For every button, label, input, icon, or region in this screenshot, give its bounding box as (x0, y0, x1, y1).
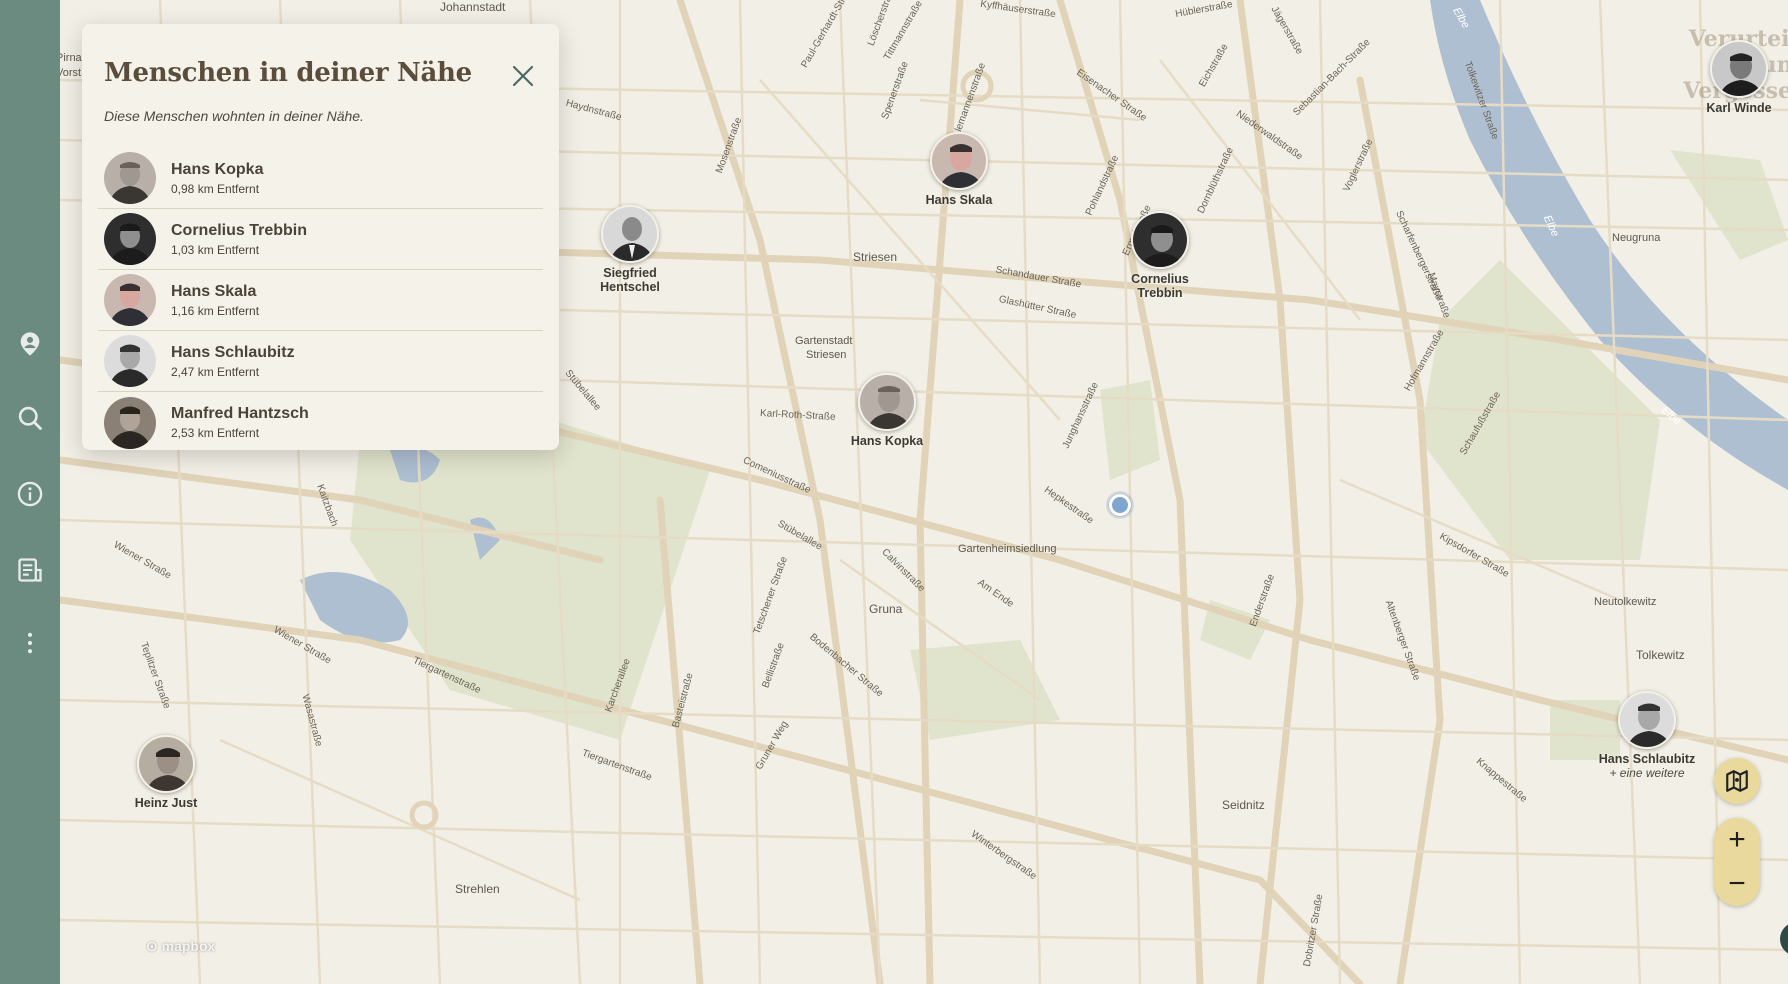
sidebar-info-button[interactable] (12, 476, 48, 512)
avatar (104, 396, 156, 449)
person-marker-heinz-just[interactable]: Heinz Just (101, 735, 231, 810)
people-list: Hans Kopka 0,98 km Entfernt Cornelius Tr… (98, 148, 543, 453)
person-photo (1710, 40, 1768, 98)
person-photo (1618, 691, 1676, 749)
zoom-controls: + − (1714, 818, 1760, 906)
sidebar (0, 0, 60, 984)
sidebar-nearby-button[interactable] (12, 326, 48, 362)
marker-more-count: + eine weitere (1609, 766, 1685, 780)
nearby-people-panel: Menschen in deiner Nähe Diese Menschen w… (82, 24, 559, 450)
person-list-item[interactable]: Hans Kopka 0,98 km Entfernt (98, 148, 543, 209)
person-distance: 2,47 km Entfernt (171, 364, 260, 379)
marker-name: Karl Winde (1706, 101, 1772, 115)
app-root: Johannstadt Striesen Gartenstadt Striese… (0, 0, 1788, 984)
sidebar-more-button[interactable] (12, 625, 48, 661)
marker-name: Hans Schlaubitz (1598, 752, 1696, 766)
person-info: Hans Schlaubitz 2,47 km Entfernt (171, 344, 295, 379)
close-icon (512, 65, 534, 87)
marker-name: Siegfried (603, 266, 657, 280)
more-vertical-icon (27, 632, 33, 654)
search-icon (18, 406, 42, 430)
marker-name: Hans Kopka (850, 434, 924, 448)
mapbox-logo[interactable]: ⊙ mapbox (146, 938, 215, 955)
person-marker-karl-winde[interactable]: Karl Winde (1674, 40, 1788, 115)
person-list-item[interactable]: Cornelius Trebbin 1,03 km Entfernt (98, 209, 543, 270)
zoom-in-button[interactable]: + (1714, 818, 1760, 862)
person-name: Manfred Hantzsch (171, 405, 309, 422)
avatar (104, 152, 156, 204)
person-info: Hans Skala 1,16 km Entfernt (171, 283, 259, 318)
person-marker-hans-skala[interactable]: Hans Skala (894, 132, 1024, 207)
person-name: Cornelius Trebbin (171, 221, 308, 239)
person-photo (1131, 211, 1189, 269)
person-marker-hans-schlaubitz[interactable]: Hans Schlaubitz + eine weitere (1582, 691, 1712, 780)
marker-name: Hentschel (600, 280, 660, 294)
person-list-item[interactable]: Hans Skala 1,16 km Entfernt (98, 270, 543, 331)
person-name: Hans Skala (171, 282, 257, 300)
person-marker-hans-kopka[interactable]: Hans Kopka (822, 373, 952, 448)
marker-name: Cornelius (1131, 272, 1189, 286)
avatar (104, 335, 156, 387)
current-location-marker (1106, 491, 1134, 519)
panel-title: Menschen in deiner Nähe (104, 58, 472, 88)
sidebar-document-button[interactable] (12, 552, 48, 588)
person-photo (930, 132, 988, 190)
mapbox-logo-text: mapbox (161, 938, 216, 954)
marker-name: Trebbin (1137, 286, 1183, 300)
map-icon (1726, 770, 1748, 792)
avatar (104, 213, 156, 265)
person-distance: 2,53 km Entfernt (171, 426, 260, 440)
person-photo (858, 373, 916, 431)
map-style-button[interactable] (1714, 758, 1760, 804)
person-photo (601, 205, 659, 263)
avatar (104, 274, 156, 326)
close-panel-button[interactable] (507, 60, 539, 92)
person-name: Hans Schlaubitz (171, 343, 295, 361)
person-info: Hans Kopka 0,98 km Entfernt (171, 161, 263, 196)
location-person-icon (20, 332, 40, 356)
panel-subtitle: Diese Menschen wohnten in deiner Nähe. (104, 108, 364, 124)
marker-name: Heinz Just (134, 796, 198, 810)
zoom-out-button[interactable]: − (1714, 862, 1760, 906)
info-icon (17, 481, 43, 507)
marker-name: Hans Skala (925, 193, 993, 207)
person-distance: 0,98 km Entfernt (171, 181, 260, 196)
person-marker-siegfried-hentschel[interactable]: Siegfried Hentschel (565, 205, 695, 294)
sidebar-search-button[interactable] (12, 400, 48, 436)
person-list-item[interactable]: Manfred Hantzsch 2,53 km Entfernt (98, 392, 543, 453)
mapbox-logo-icon: ⊙ (146, 938, 158, 954)
person-info: Cornelius Trebbin 1,03 km Entfernt (171, 222, 307, 257)
person-name: Hans Kopka (171, 160, 264, 178)
person-info: Manfred Hantzsch 2,53 km Entfernt (171, 405, 309, 440)
person-distance: 1,03 km Entfernt (171, 242, 260, 257)
person-photo (137, 735, 195, 793)
document-icon (18, 558, 42, 582)
person-list-item[interactable]: Hans Schlaubitz 2,47 km Entfernt (98, 331, 543, 392)
person-distance: 1,16 km Entfernt (171, 303, 260, 318)
person-marker-cornelius-trebbin[interactable]: Cornelius Trebbin (1095, 211, 1225, 300)
